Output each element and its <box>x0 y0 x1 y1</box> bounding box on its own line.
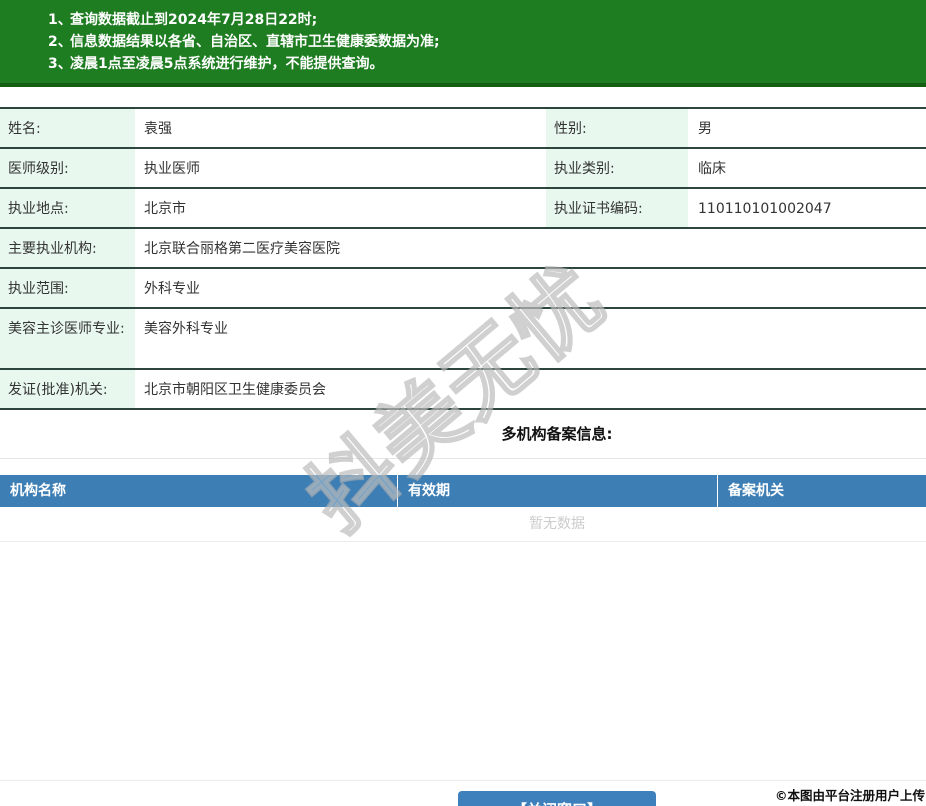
table-row: 姓名: 袁强 性别: 男 <box>0 109 926 149</box>
filing-table-header: 机构名称 有效期 备案机关 <box>0 475 926 507</box>
notice-text: 查询数据截止到2024年7月28日22时; <box>70 9 317 31</box>
close-window-button[interactable]: 【关闭窗口】 <box>458 791 656 806</box>
field-label-certificate-number: 执业证书编码: <box>546 189 688 227</box>
notice-number: 1、 <box>48 9 70 31</box>
field-label-name: 姓名: <box>0 109 135 147</box>
no-data-message: 暂无数据 <box>0 507 926 542</box>
notice-banner: 1、 查询数据截止到2024年7月28日22时; 2、 信息数据结果以各省、自治… <box>0 0 926 87</box>
field-value-cosmetic-specialty: 美容外科专业 <box>135 309 926 368</box>
field-value-practice-category: 临床 <box>688 149 926 187</box>
filing-section-title: 多机构备案信息: <box>0 425 926 443</box>
notice-line: 3、 凌晨1点至凌晨5点系统进行维护，不能提供查询。 <box>48 53 926 75</box>
field-label-doctor-level: 医师级别: <box>0 149 135 187</box>
table-row: 发证(批准)机关: 北京市朝阳区卫生健康委员会 <box>0 370 926 410</box>
divider <box>0 458 926 459</box>
field-label-gender: 性别: <box>546 109 688 147</box>
field-label-cosmetic-specialty: 美容主诊医师专业: <box>0 309 135 368</box>
field-label-issuing-authority: 发证(批准)机关: <box>0 370 135 408</box>
field-label-practice-category: 执业类别: <box>546 149 688 187</box>
field-label-practice-scope: 执业范围: <box>0 269 135 307</box>
field-value-practice-location: 北京市 <box>135 189 546 227</box>
notice-text: 信息数据结果以各省、自治区、直辖市卫生健康委数据为准; <box>70 31 440 53</box>
column-header-filing-authority: 备案机关 <box>717 475 926 507</box>
notice-number: 2、 <box>48 31 70 53</box>
column-header-validity-period: 有效期 <box>397 475 717 507</box>
field-value-issuing-authority: 北京市朝阳区卫生健康委员会 <box>135 370 926 408</box>
page: 1、 查询数据截止到2024年7月28日22时; 2、 信息数据结果以各省、自治… <box>0 0 926 806</box>
table-row: 医师级别: 执业医师 执业类别: 临床 <box>0 149 926 189</box>
notice-line: 2、 信息数据结果以各省、自治区、直辖市卫生健康委数据为准; <box>48 31 926 53</box>
column-header-institution-name: 机构名称 <box>0 475 397 507</box>
copyright-notice: ©本图由平台注册用户上传 <box>775 785 925 804</box>
field-value-gender: 男 <box>688 109 926 147</box>
field-value-doctor-level: 执业医师 <box>135 149 546 187</box>
table-row: 执业范围: 外科专业 <box>0 269 926 309</box>
field-value-name: 袁强 <box>135 109 546 147</box>
notice-text: 凌晨1点至凌晨5点系统进行维护，不能提供查询。 <box>70 53 383 75</box>
table-row: 主要执业机构: 北京联合丽格第二医疗美容医院 <box>0 229 926 269</box>
field-value-practice-scope: 外科专业 <box>135 269 926 307</box>
field-value-main-institution: 北京联合丽格第二医疗美容医院 <box>135 229 926 267</box>
field-label-main-institution: 主要执业机构: <box>0 229 135 267</box>
notice-line: 1、 查询数据截止到2024年7月28日22时; <box>48 9 926 31</box>
table-row: 美容主诊医师专业: 美容外科专业 <box>0 309 926 370</box>
field-label-practice-location: 执业地点: <box>0 189 135 227</box>
notice-number: 3、 <box>48 53 70 75</box>
table-row: 执业地点: 北京市 执业证书编码: 110110101002047 <box>0 189 926 229</box>
field-value-certificate-number: 110110101002047 <box>688 189 926 227</box>
doctor-info-table: 姓名: 袁强 性别: 男 医师级别: 执业医师 执业类别: 临床 执业地点: 北… <box>0 107 926 410</box>
